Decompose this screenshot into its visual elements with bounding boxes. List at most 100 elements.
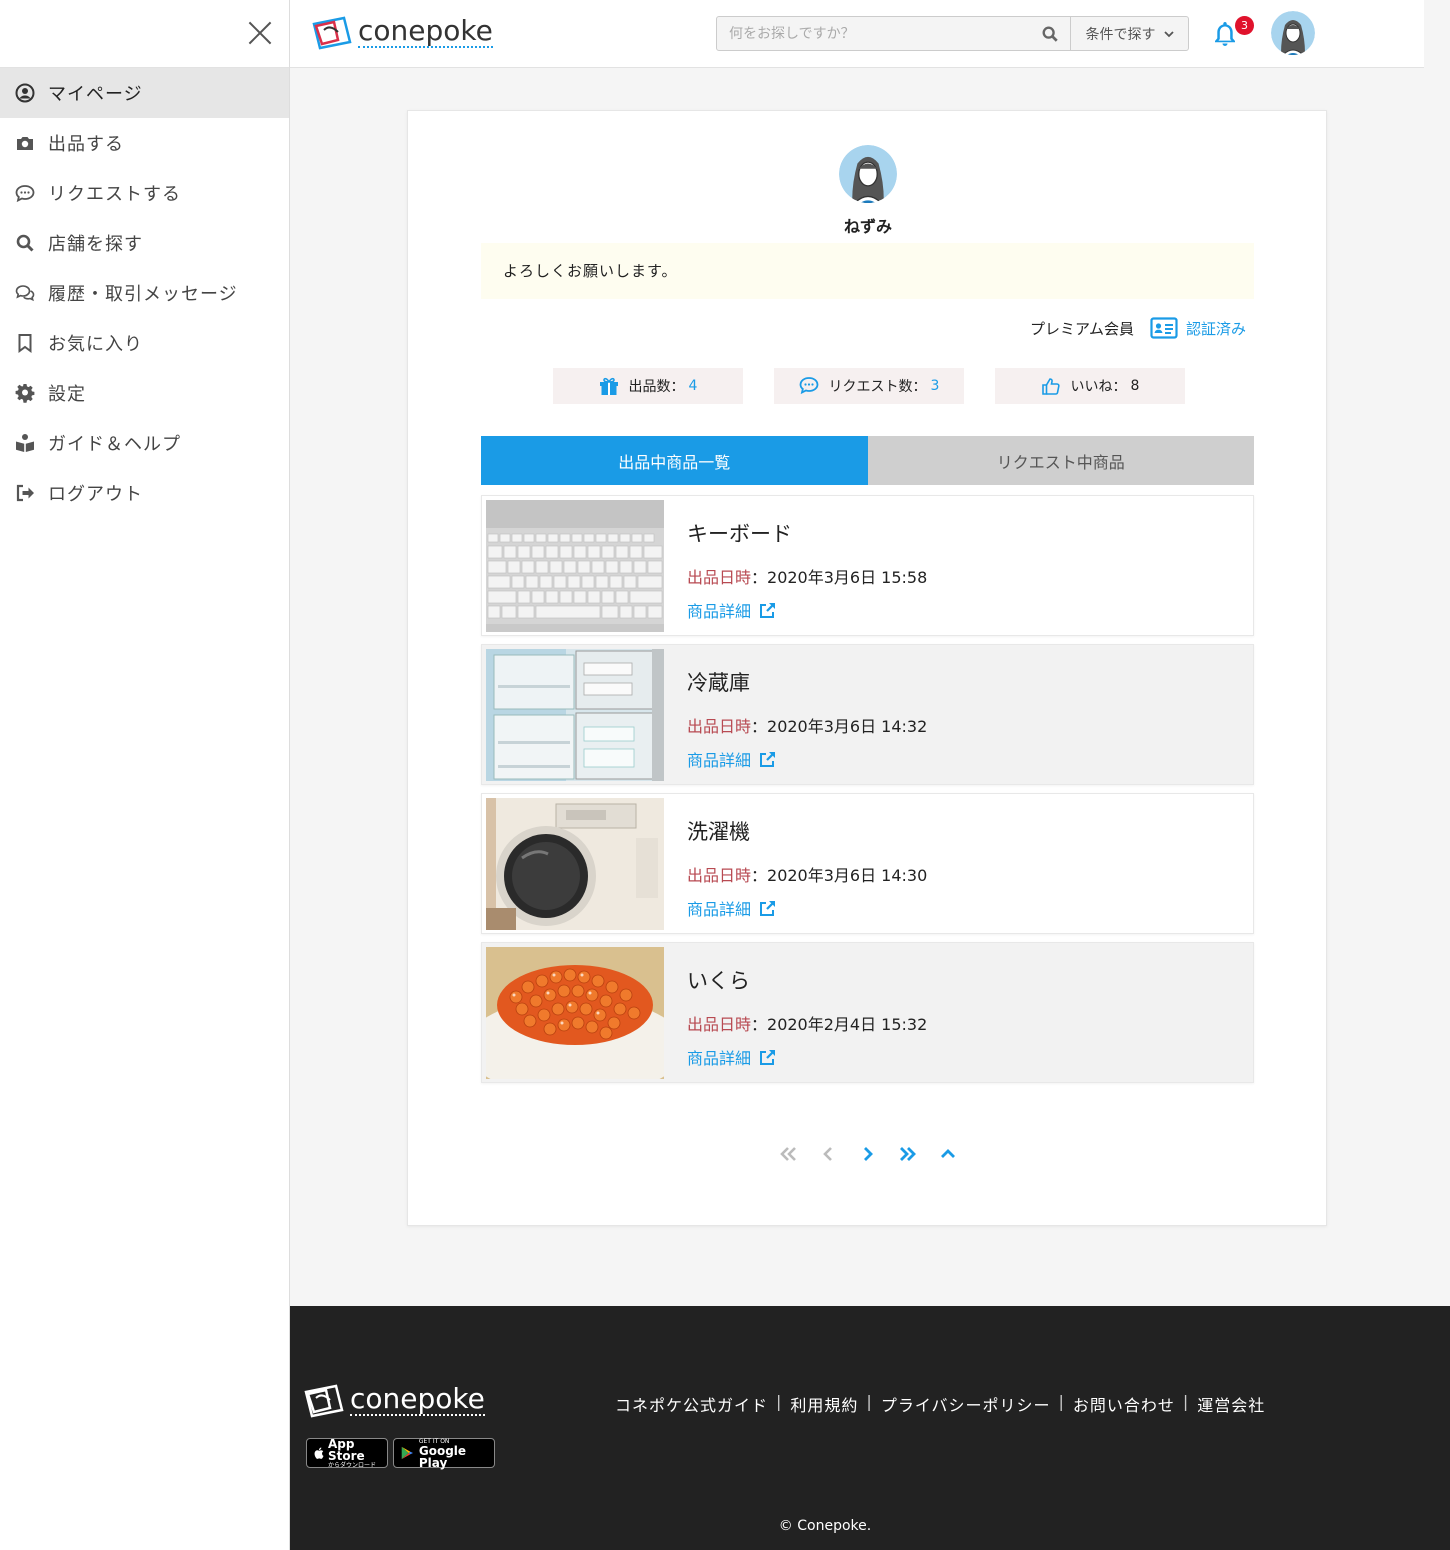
google-play-badge[interactable]: GET IT ON Google Play bbox=[393, 1438, 495, 1469]
item-detail-link[interactable]: 商品詳細 bbox=[687, 1045, 927, 1069]
sidebar: マイページ 出品する リクエストする 店舗を探す 履歴・取引メッセージ お気に入… bbox=[0, 0, 290, 1550]
scroll-top-button[interactable] bbox=[937, 1143, 959, 1165]
sidebar-item-guide[interactable]: ガイド＆ヘルプ bbox=[0, 418, 289, 468]
sidebar-item-mypage[interactable]: マイページ bbox=[0, 68, 289, 118]
keyboard-image bbox=[486, 500, 664, 632]
close-icon[interactable] bbox=[247, 20, 273, 46]
sidebar-item-shops[interactable]: 店舗を探す bbox=[0, 218, 289, 268]
app-store-badge[interactable]: App Store からダウンロード bbox=[306, 1438, 388, 1469]
prev-page-button[interactable] bbox=[817, 1143, 839, 1165]
double-chevron-left-icon bbox=[780, 1147, 796, 1161]
membership-row: プレミアム会員 認証済み bbox=[1030, 317, 1246, 339]
google-play-icon bbox=[401, 1446, 413, 1460]
condition-search-button[interactable]: 条件で探す bbox=[1070, 17, 1188, 50]
list-item[interactable]: キーボード 出品日時：2020年3月6日 15:58 商品詳細 bbox=[481, 495, 1254, 636]
footer-link-privacy[interactable]: プライバシーポリシー bbox=[881, 1392, 1051, 1416]
item-date-value: ：2020年2月4日 15:32 bbox=[751, 1015, 928, 1034]
footer-links: コネポケ公式ガイド | 利用規約 | プライバシーポリシー | お問い合わせ |… bbox=[615, 1392, 1265, 1416]
camera-icon bbox=[14, 132, 36, 154]
footer-link-company[interactable]: 運営会社 bbox=[1197, 1392, 1265, 1416]
stat-label: リクエスト数： bbox=[828, 379, 927, 395]
first-page-button[interactable] bbox=[777, 1143, 799, 1165]
id-card-icon bbox=[1150, 317, 1178, 339]
sidebar-item-request[interactable]: リクエストする bbox=[0, 168, 289, 218]
thumbs-up-icon bbox=[1041, 378, 1060, 395]
logo[interactable]: conepoke bbox=[310, 12, 493, 52]
profile-intro: よろしくお願いします。 bbox=[481, 243, 1254, 299]
fridge-thumbnail[interactable] bbox=[486, 649, 664, 781]
search-icon bbox=[1042, 26, 1058, 42]
gift-icon bbox=[599, 377, 618, 395]
divider: | bbox=[1182, 1392, 1190, 1411]
item-date: 出品日時：2020年3月6日 15:58 bbox=[687, 564, 927, 588]
sidebar-item-label: マイページ bbox=[48, 84, 143, 105]
list-item[interactable]: 冷蔵庫 出品日時：2020年3月6日 14:32 商品詳細 bbox=[481, 644, 1254, 785]
stat-value: 4 bbox=[688, 378, 698, 394]
footer-link-contact[interactable]: お問い合わせ bbox=[1073, 1392, 1175, 1416]
list-item[interactable]: 洗濯機 出品日時：2020年3月6日 14:30 商品詳細 bbox=[481, 793, 1254, 934]
stat-value: 3 bbox=[930, 378, 940, 394]
membership-type: プレミアム会員 bbox=[1030, 319, 1134, 338]
apple-icon bbox=[314, 1447, 324, 1459]
washer-thumbnail[interactable] bbox=[486, 798, 664, 930]
store-badges: App Store からダウンロード GET IT ON Google Play bbox=[306, 1438, 495, 1469]
double-chevron-right-icon bbox=[900, 1147, 916, 1161]
search-bar: 条件で探す bbox=[716, 16, 1189, 51]
washer-image bbox=[486, 798, 664, 930]
divider: | bbox=[866, 1392, 873, 1411]
logo-text: conepoke bbox=[358, 14, 493, 48]
notification-badge: 3 bbox=[1235, 16, 1254, 35]
stat-listings: 出品数： 4 bbox=[553, 368, 743, 404]
item-title: 冷蔵庫 bbox=[687, 671, 750, 695]
item-detail-link[interactable]: 商品詳細 bbox=[687, 896, 927, 920]
next-page-button[interactable] bbox=[857, 1143, 879, 1165]
search-button[interactable] bbox=[1030, 17, 1070, 50]
item-list: キーボード 出品日時：2020年3月6日 15:58 商品詳細 冷蔵庫 出品日時… bbox=[481, 495, 1254, 1091]
sidebar-item-label: 設定 bbox=[48, 384, 86, 405]
chats-icon bbox=[14, 282, 36, 304]
item-info: 洗濯機 出品日時：2020年3月6日 14:30 商品詳細 bbox=[664, 798, 927, 929]
tab-listings[interactable]: 出品中商品一覧 bbox=[481, 436, 868, 485]
footer: conepoke コネポケ公式ガイド | 利用規約 | プライバシーポリシー |… bbox=[290, 1306, 1450, 1550]
search-input[interactable] bbox=[717, 17, 1030, 50]
sidebar-item-history[interactable]: 履歴・取引メッセージ bbox=[0, 268, 289, 318]
fridge-image bbox=[486, 649, 664, 781]
keyboard-thumbnail[interactable] bbox=[486, 500, 664, 632]
avatar-illustration bbox=[1271, 11, 1315, 55]
tab-requests[interactable]: リクエスト中商品 bbox=[867, 436, 1254, 485]
item-title: いくら bbox=[687, 969, 750, 993]
item-detail-link[interactable]: 商品詳細 bbox=[687, 747, 927, 771]
sidebar-nav: マイページ 出品する リクエストする 店舗を探す 履歴・取引メッセージ お気に入… bbox=[0, 68, 289, 518]
stat-label: 出品数： bbox=[628, 379, 685, 395]
conepoke-logo-mark-icon bbox=[312, 16, 352, 50]
profile-stats: 出品数： 4 リクエスト数： 3 いいね： 8 bbox=[553, 368, 1185, 404]
ikura-image bbox=[486, 947, 664, 1079]
item-date-value: ：2020年3月6日 14:30 bbox=[751, 866, 928, 885]
footer-link-guide[interactable]: コネポケ公式ガイド bbox=[615, 1392, 768, 1416]
footer-logo-text: conepoke bbox=[350, 1382, 485, 1416]
footer-logo[interactable]: conepoke bbox=[302, 1380, 485, 1420]
sidebar-item-settings[interactable]: 設定 bbox=[0, 368, 289, 418]
item-detail-link[interactable]: 商品詳細 bbox=[687, 598, 927, 622]
footer-link-terms[interactable]: 利用規約 bbox=[790, 1392, 858, 1416]
sidebar-item-label: お気に入り bbox=[48, 334, 143, 355]
divider: | bbox=[1058, 1392, 1065, 1411]
item-date-label: 出品日時 bbox=[687, 568, 752, 587]
item-date: 出品日時：2020年3月6日 14:30 bbox=[687, 862, 927, 886]
ikura-thumbnail[interactable] bbox=[486, 947, 664, 1079]
last-page-button[interactable] bbox=[897, 1143, 919, 1165]
listing-tabs: 出品中商品一覧 リクエスト中商品 bbox=[481, 436, 1254, 485]
item-date-label: 出品日時 bbox=[687, 866, 752, 885]
sidebar-item-label: 店舗を探す bbox=[48, 234, 143, 255]
item-title: 洗濯機 bbox=[687, 820, 750, 844]
sidebar-item-sell[interactable]: 出品する bbox=[0, 118, 289, 168]
item-date-value: ：2020年3月6日 15:58 bbox=[751, 568, 928, 587]
item-date-label: 出品日時 bbox=[687, 1015, 752, 1034]
item-date-label: 出品日時 bbox=[687, 717, 752, 736]
sidebar-item-logout[interactable]: ログアウト bbox=[0, 468, 289, 518]
profile-card: ねずみ よろしくお願いします。 プレミアム会員 認証済み 出品数： 4 リクエス… bbox=[407, 110, 1327, 1226]
list-item[interactable]: いくら 出品日時：2020年2月4日 15:32 商品詳細 bbox=[481, 942, 1254, 1083]
stat-likes: いいね： 8 bbox=[995, 368, 1185, 404]
sidebar-item-favorites[interactable]: お気に入り bbox=[0, 318, 289, 368]
avatar[interactable] bbox=[1271, 11, 1315, 55]
